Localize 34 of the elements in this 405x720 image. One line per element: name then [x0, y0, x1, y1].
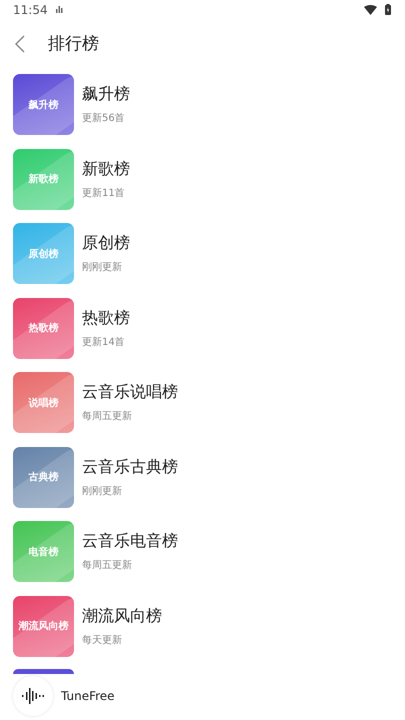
chart-title[interactable]: 原创榜	[82, 233, 130, 254]
update-note: 刚刚更新	[82, 484, 123, 498]
update-note: 每周五更新	[82, 410, 133, 424]
update-note: 更新14首	[82, 336, 126, 349]
album-avatar[interactable]	[13, 676, 53, 716]
page-title: 排行榜	[48, 33, 99, 56]
chart-title[interactable]: 热歌榜	[82, 308, 130, 329]
waveform-icon	[21, 688, 45, 704]
update-note: 更新11首	[82, 186, 126, 200]
chart-title[interactable]: 新歌榜	[82, 158, 130, 180]
cover-label: 说唱榜	[28, 396, 58, 410]
cover-label: 飙升榜	[28, 98, 58, 112]
update-note: 每天更新	[82, 634, 123, 647]
track-title: TuneFree	[61, 689, 115, 704]
battery-icon	[385, 4, 391, 16]
cover-label: 原创榜	[28, 248, 58, 261]
wifi-icon	[364, 4, 377, 15]
cover-label: 潮流风向榜	[18, 619, 68, 634]
chart-title[interactable]: 潮流风向榜	[82, 606, 162, 627]
update-note: 更新56首	[82, 112, 126, 126]
update-note: 每周五更新	[82, 558, 133, 572]
cover-label: 古典榜	[28, 470, 58, 484]
chart-title[interactable]: 云音乐古典榜	[82, 456, 178, 478]
status-time: 11:54	[13, 2, 48, 17]
cover-label: 新歌榜	[28, 172, 58, 186]
chart-title[interactable]: 云音乐说唱榜	[82, 382, 178, 404]
signal-bars-icon	[56, 6, 63, 14]
chart-title[interactable]: 飙升榜	[82, 84, 130, 106]
back-icon[interactable]	[14, 34, 26, 53]
chart-title[interactable]: 云音乐电音榜	[82, 531, 178, 552]
update-note: 刚刚更新	[82, 260, 123, 274]
cover-label: 热歌榜	[28, 322, 58, 336]
cover-label: 电音榜	[28, 545, 58, 559]
chart-cover[interactable]	[13, 669, 74, 674]
